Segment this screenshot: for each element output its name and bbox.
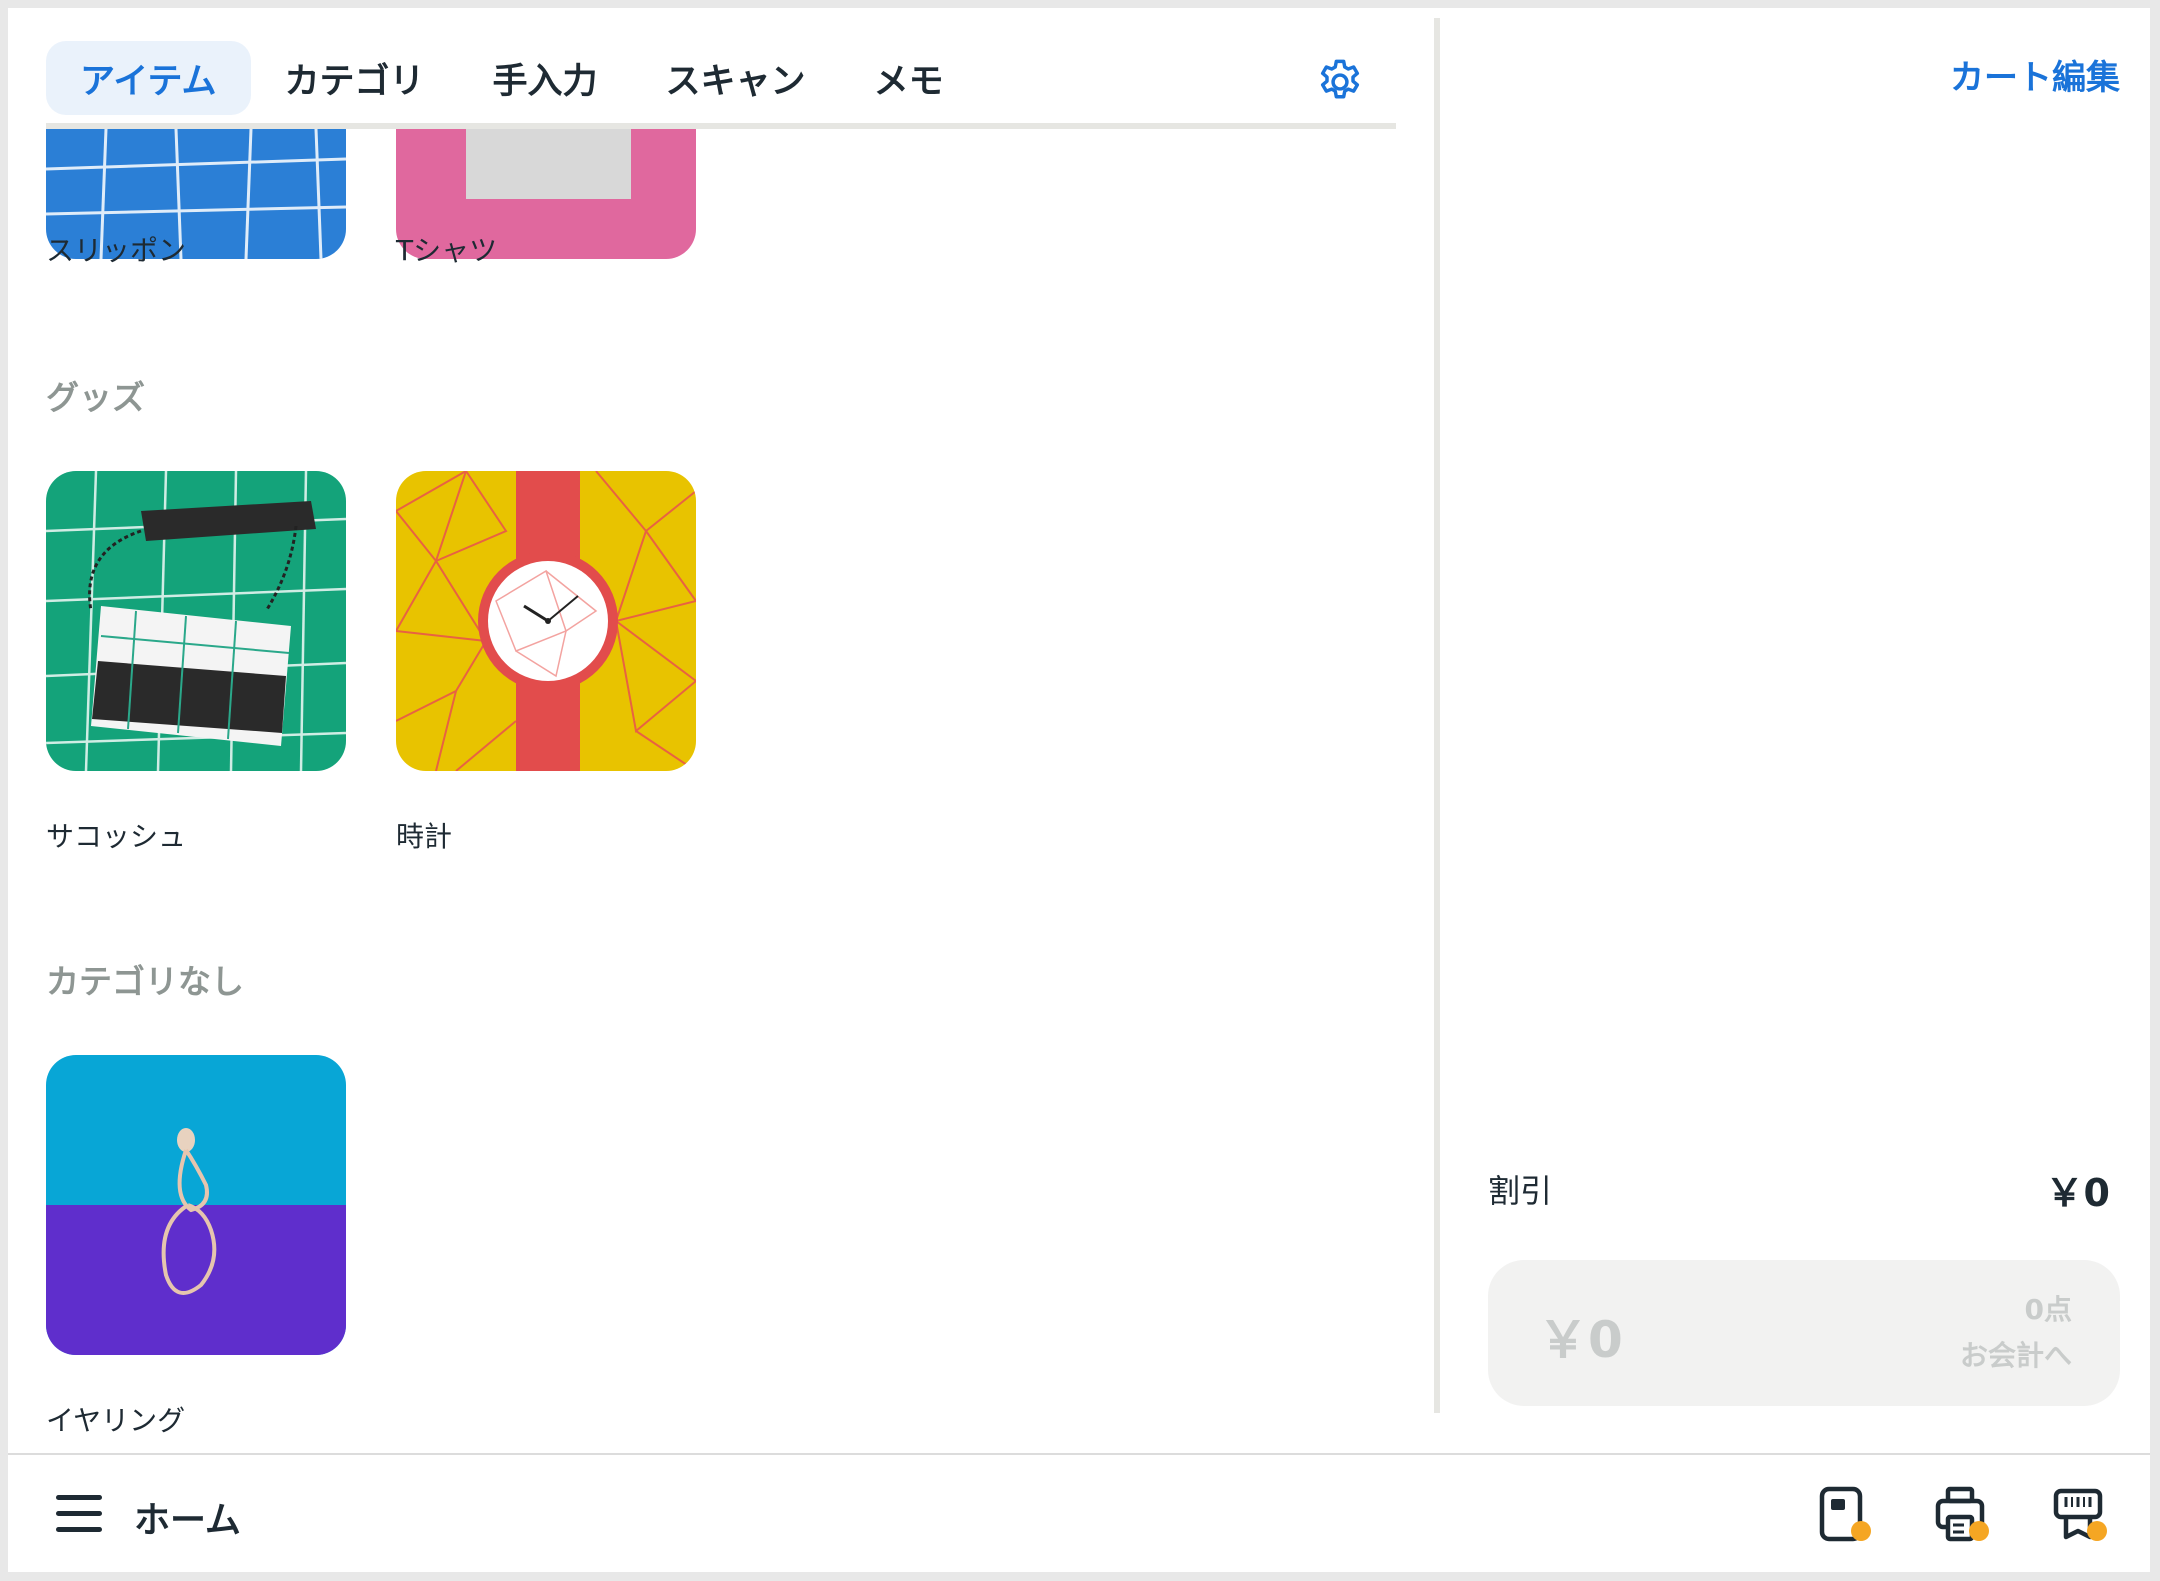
- checkout-total: ￥0: [1538, 1311, 1623, 1369]
- sacoche-image: [46, 471, 346, 771]
- watch-image: [396, 471, 696, 771]
- section-title-uncategorized: カテゴリなし: [46, 962, 244, 1001]
- item-tile-watch[interactable]: [396, 471, 696, 771]
- tab-bar: アイテム カテゴリ 手入力 スキャン メモ: [46, 36, 1396, 120]
- item-label: スリッポン: [46, 234, 187, 267]
- item-label: Tシャツ: [396, 234, 498, 267]
- tab-scan[interactable]: スキャン: [632, 41, 840, 115]
- discount-label[interactable]: 割引: [1488, 1166, 1552, 1212]
- tab-items[interactable]: アイテム: [46, 41, 251, 115]
- bottom-bar: ホーム: [8, 1453, 2150, 1572]
- discount-value: ￥0: [2045, 1171, 2110, 1215]
- section-title-goods: グッズ: [46, 378, 145, 417]
- item-tile-earring[interactable]: [46, 1055, 346, 1355]
- barcode-printer-icon[interactable]: [2052, 1485, 2112, 1545]
- tab-categories[interactable]: カテゴリ: [251, 41, 459, 115]
- cart-edit-button[interactable]: カート編集: [1950, 50, 2120, 99]
- checkout-label: お会計へ: [1959, 1339, 2072, 1372]
- earring-image: [161, 1128, 217, 1295]
- item-label: イヤリング: [46, 1404, 186, 1437]
- item-panel: アイテム カテゴリ 手入力 スキャン メモ スリッポン Tシャツ グッズ サコッ…: [8, 8, 1438, 1453]
- item-label: 時計: [396, 820, 453, 853]
- item-tile-sacoche[interactable]: [46, 471, 346, 771]
- tab-memo[interactable]: メモ: [840, 41, 978, 115]
- item-grid-scroll[interactable]: スリッポン Tシャツ グッズ サコッシュ 時計 カテゴリなし イヤリング: [8, 129, 1438, 1453]
- tshirt-image: [466, 129, 631, 199]
- receipt-printer-icon[interactable]: [1934, 1485, 1994, 1545]
- checkout-button[interactable]: ￥0 0点 お会計へ: [1488, 1260, 2120, 1406]
- hamburger-menu-icon[interactable]: [56, 1493, 104, 1535]
- app-frame: アイテム カテゴリ 手入力 スキャン メモ スリッポン Tシャツ グッズ サコッ…: [8, 8, 2150, 1572]
- tab-manual-input[interactable]: 手入力: [459, 41, 632, 115]
- item-label: サコッシュ: [46, 820, 187, 853]
- gear-icon[interactable]: [1314, 56, 1366, 108]
- checkout-item-count: 0点: [2024, 1293, 2072, 1326]
- card-reader-icon[interactable]: [1816, 1485, 1876, 1545]
- home-label: ホーム: [134, 1500, 241, 1541]
- pane-divider: [1434, 18, 1440, 1413]
